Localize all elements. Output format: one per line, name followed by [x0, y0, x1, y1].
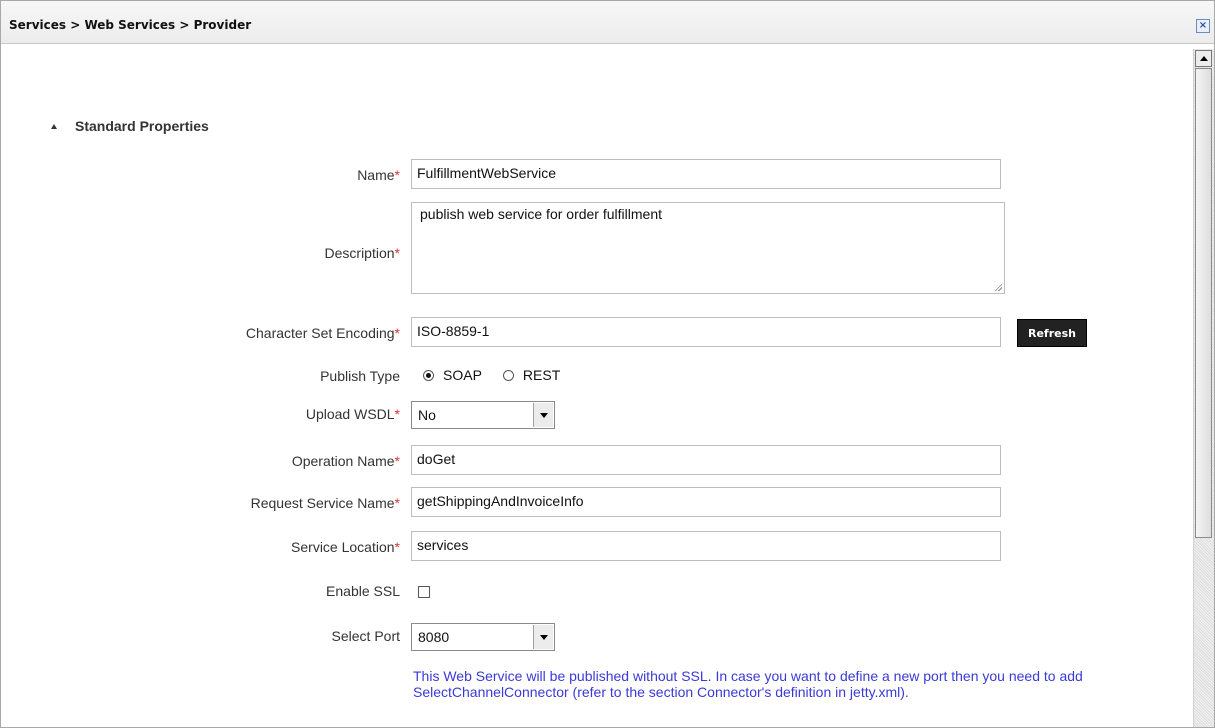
select-port-select[interactable]: 8080 [411, 623, 555, 651]
operation-name-field[interactable]: doGet [411, 445, 1001, 475]
service-location-field[interactable]: services [411, 531, 1001, 561]
dropdown-arrow-icon[interactable] [533, 625, 553, 649]
description-value: publish web service for order fulfillmen… [420, 206, 662, 222]
vertical-scrollbar[interactable] [1193, 49, 1214, 727]
scroll-up-button[interactable] [1195, 50, 1212, 67]
refresh-button[interactable]: Refresh [1017, 319, 1087, 347]
description-field[interactable]: publish web service for order fulfillmen… [411, 202, 1005, 294]
required-marker: * [394, 167, 400, 183]
name-field[interactable]: FulfillmentWebService [411, 159, 1001, 189]
charset-field[interactable]: ISO-8859-1 [411, 317, 1001, 347]
section-title: Standard Properties [75, 118, 209, 134]
required-marker: * [394, 325, 400, 341]
charset-label: Character Set Encoding* [245, 325, 400, 341]
publish-type-radio-group: SOAP REST [423, 367, 581, 383]
section-header-standard-properties[interactable]: Standard Properties [51, 118, 209, 134]
ssl-info-message: This Web Service will be published witho… [413, 668, 1083, 700]
resize-grip-icon[interactable] [994, 283, 1002, 291]
select-port-label: Select Port [331, 628, 400, 644]
radio-soap[interactable] [423, 369, 434, 381]
provider-panel: Services > Web Services > Provider × Sta… [0, 0, 1215, 728]
request-service-name-label: Request Service Name* [250, 495, 400, 511]
upload-wsdl-value: No [418, 407, 436, 423]
upload-wsdl-select[interactable]: No [411, 401, 555, 429]
scroll-thumb[interactable] [1195, 68, 1212, 538]
select-port-value: 8080 [418, 629, 450, 645]
enable-ssl-label: Enable SSL [326, 583, 400, 599]
close-icon[interactable]: × [1196, 19, 1210, 33]
name-label: Name* [357, 167, 400, 183]
dropdown-arrow-icon[interactable] [533, 403, 553, 427]
required-marker: * [394, 453, 400, 469]
required-marker: * [394, 495, 400, 511]
required-marker: * [394, 539, 400, 555]
upload-wsdl-label: Upload WSDL* [305, 406, 400, 422]
operation-name-label: Operation Name* [291, 453, 400, 469]
breadcrumb: Services > Web Services > Provider [9, 18, 252, 32]
publish-type-label: Publish Type [320, 368, 400, 384]
service-location-label: Service Location* [291, 539, 400, 555]
title-bar: Services > Web Services > Provider × [1, 1, 1214, 44]
required-marker: * [394, 245, 400, 261]
arrow-up-icon [1199, 56, 1208, 61]
enable-ssl-checkbox[interactable] [418, 586, 430, 598]
radio-rest[interactable] [502, 369, 514, 381]
request-service-name-field[interactable]: getShippingAndInvoiceInfo [411, 487, 1001, 517]
description-label: Description* [324, 245, 400, 261]
required-marker: * [394, 406, 400, 422]
radio-soap-label[interactable]: SOAP [443, 367, 482, 383]
collapse-triangle-icon[interactable] [51, 124, 57, 129]
radio-rest-label[interactable]: REST [523, 367, 560, 383]
